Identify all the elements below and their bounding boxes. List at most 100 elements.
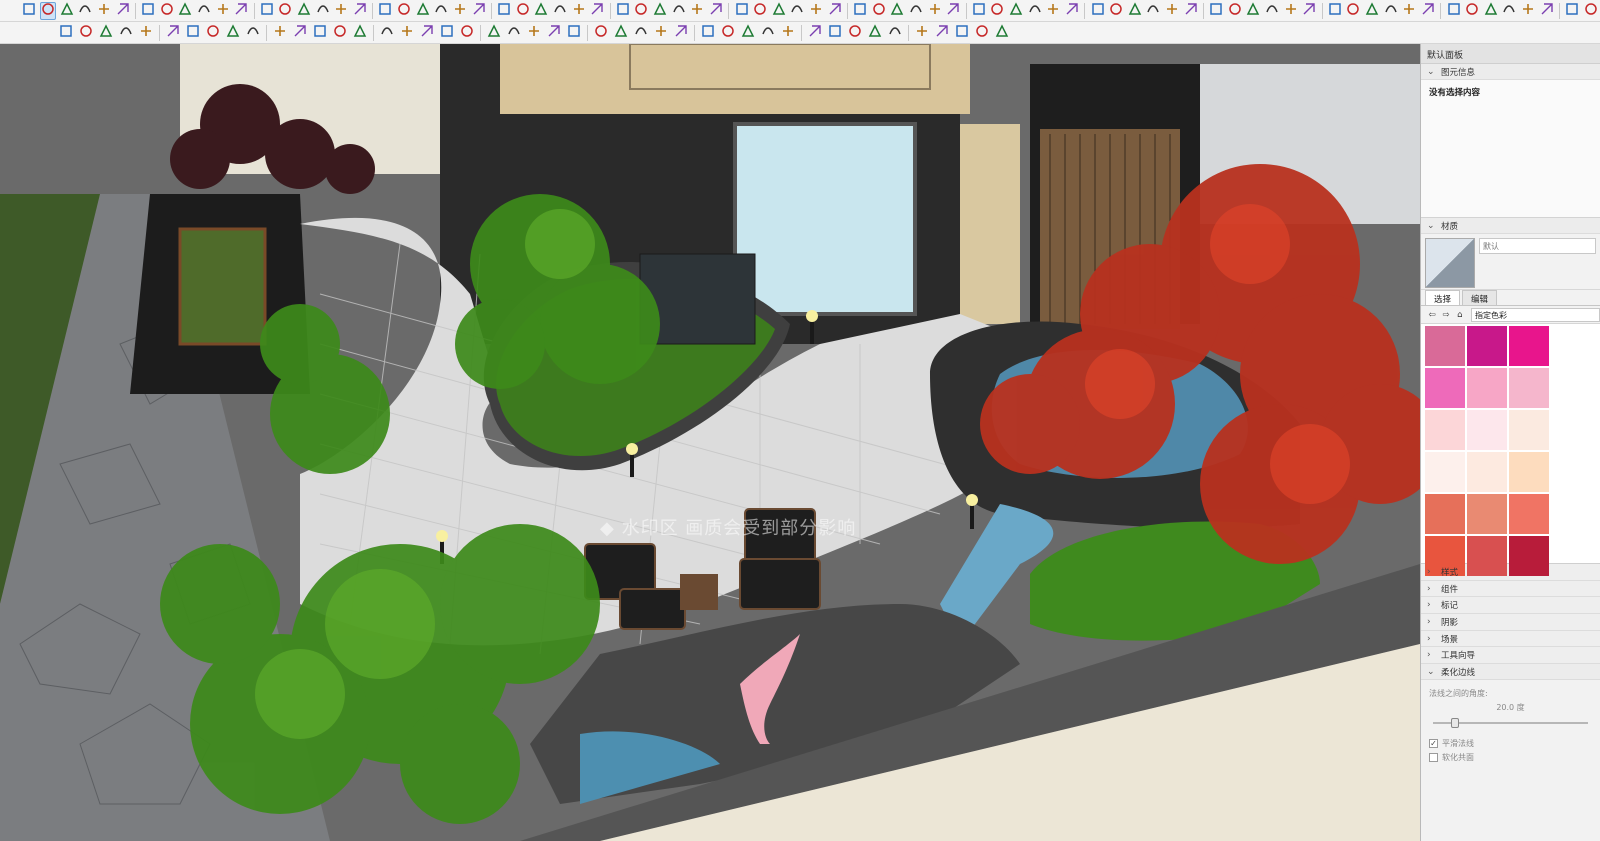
- entity-info-header[interactable]: ⌄ 图元信息: [1421, 64, 1600, 80]
- s-curve-4-button[interactable]: [973, 24, 991, 42]
- tab-select[interactable]: 选择: [1425, 290, 1461, 305]
- nurbs-button[interactable]: [398, 24, 416, 42]
- pipe-button[interactable]: [164, 24, 182, 42]
- circle-button[interactable]: [770, 2, 787, 20]
- checker-button[interactable]: [779, 24, 797, 42]
- s-curve-1-button[interactable]: [913, 24, 931, 42]
- xray-button[interactable]: [1045, 2, 1062, 20]
- arrow-path-6-button[interactable]: [612, 24, 630, 42]
- left-view-button[interactable]: [1026, 2, 1043, 20]
- bevel-button[interactable]: [458, 24, 476, 42]
- xyz-button[interactable]: [672, 24, 690, 42]
- bub-button[interactable]: [699, 24, 717, 42]
- arrow-path-2-button[interactable]: [525, 24, 543, 42]
- save-button[interactable]: [552, 2, 569, 20]
- select-button[interactable]: [39, 1, 57, 20]
- eraser-red-button[interactable]: [271, 24, 289, 42]
- add-detail-button[interactable]: [1401, 2, 1418, 20]
- paste-button[interactable]: [670, 2, 687, 20]
- material-swatch[interactable]: [1509, 410, 1549, 450]
- follow-me-button[interactable]: [277, 2, 294, 20]
- material-swatch[interactable]: [1425, 326, 1465, 366]
- smooth-normals-option[interactable]: ✓ 平滑法线: [1429, 736, 1592, 750]
- smoove-button[interactable]: [1345, 2, 1362, 20]
- monochrome-button[interactable]: [1145, 2, 1162, 20]
- styles-button[interactable]: [452, 2, 469, 20]
- textured-button[interactable]: [1126, 2, 1143, 20]
- export-button[interactable]: [615, 2, 632, 20]
- look-around-button[interactable]: [889, 2, 906, 20]
- arc-button[interactable]: [733, 2, 750, 20]
- material-1-button[interactable]: [806, 24, 824, 42]
- material-swatch[interactable]: [1467, 536, 1507, 576]
- dimension-button[interactable]: [808, 2, 825, 20]
- section-plane-button[interactable]: [377, 2, 394, 20]
- sandbox-button[interactable]: [1301, 2, 1318, 20]
- material-swatch[interactable]: [1509, 536, 1549, 576]
- shadows-button[interactable]: [470, 2, 487, 20]
- cut-face-button[interactable]: [311, 24, 329, 42]
- drape-button[interactable]: [1327, 2, 1344, 20]
- position-camera-button[interactable]: [908, 2, 925, 20]
- copy-button[interactable]: [652, 2, 669, 20]
- grid-button[interactable]: [1564, 2, 1581, 20]
- user-button[interactable]: [514, 2, 531, 20]
- material-swatch[interactable]: [1509, 368, 1549, 408]
- material-swatch-preview[interactable]: [1425, 238, 1475, 288]
- polygon-button[interactable]: [752, 2, 769, 20]
- soften-edges-header[interactable]: ⌄ 柔化边线: [1421, 664, 1600, 681]
- import-button[interactable]: [589, 2, 606, 20]
- texture-button[interactable]: [759, 24, 777, 42]
- library-select[interactable]: 指定色彩: [1471, 307, 1600, 322]
- tab-edit[interactable]: 编辑: [1462, 290, 1498, 305]
- protractor-button[interactable]: [259, 2, 276, 20]
- material-5-button[interactable]: [886, 24, 904, 42]
- new-button[interactable]: [496, 2, 513, 20]
- zoom-extents-button[interactable]: [333, 2, 350, 20]
- arrow-path-3-button[interactable]: [545, 24, 563, 42]
- bspline-button[interactable]: [378, 24, 396, 42]
- s-curve-3-button[interactable]: [953, 24, 971, 42]
- back-view-button[interactable]: [1008, 2, 1025, 20]
- material-swatch[interactable]: [1425, 368, 1465, 408]
- tray-section-header[interactable]: › 标记: [1421, 597, 1600, 615]
- components-button[interactable]: [396, 2, 413, 20]
- line-button[interactable]: [96, 2, 113, 20]
- walk-button[interactable]: [870, 2, 887, 20]
- cylinder-button[interactable]: [1182, 2, 1199, 20]
- outer-shell-button[interactable]: [1482, 2, 1499, 20]
- offset-button[interactable]: [214, 2, 231, 20]
- material-swatch[interactable]: [1467, 452, 1507, 492]
- orbit-button[interactable]: [296, 2, 313, 20]
- arrow-path-5-button[interactable]: [592, 24, 610, 42]
- rectangle-button[interactable]: [114, 2, 131, 20]
- tray-section-header[interactable]: › 场景: [1421, 630, 1600, 648]
- forward-arrow-icon[interactable]: ⇨: [1439, 310, 1453, 320]
- scale-button[interactable]: [196, 2, 213, 20]
- model-viewport[interactable]: ◆ 水印区 画质会受到部分影响: [0, 44, 1420, 841]
- arrow-path-1-button[interactable]: [505, 24, 523, 42]
- sphere-button[interactable]: [1208, 2, 1225, 20]
- text-button[interactable]: [789, 2, 806, 20]
- axes-button[interactable]: [826, 2, 843, 20]
- slider-thumb[interactable]: [1451, 718, 1459, 729]
- back-arrow-icon[interactable]: ⇦: [1425, 310, 1439, 320]
- solid-subtract-button[interactable]: [1445, 2, 1462, 20]
- car-button[interactable]: [993, 24, 1011, 42]
- curve-edit-button[interactable]: [77, 24, 95, 42]
- terrain-button[interactable]: [1282, 2, 1299, 20]
- soften-button[interactable]: [739, 24, 757, 42]
- undo-button[interactable]: [689, 2, 706, 20]
- material-swatch[interactable]: [1509, 494, 1549, 534]
- skin-button[interactable]: [652, 24, 670, 42]
- material-swatch[interactable]: [1467, 410, 1507, 450]
- box-button[interactable]: [1164, 2, 1181, 20]
- open-button[interactable]: [533, 2, 550, 20]
- spline-button[interactable]: [97, 24, 115, 42]
- angle-button[interactable]: [291, 24, 309, 42]
- zoom-button[interactable]: [21, 2, 38, 20]
- material-name-field[interactable]: 默认: [1479, 238, 1596, 254]
- spiral-button[interactable]: [632, 24, 650, 42]
- layers-button[interactable]: [433, 2, 450, 20]
- pencil-button[interactable]: [77, 2, 94, 20]
